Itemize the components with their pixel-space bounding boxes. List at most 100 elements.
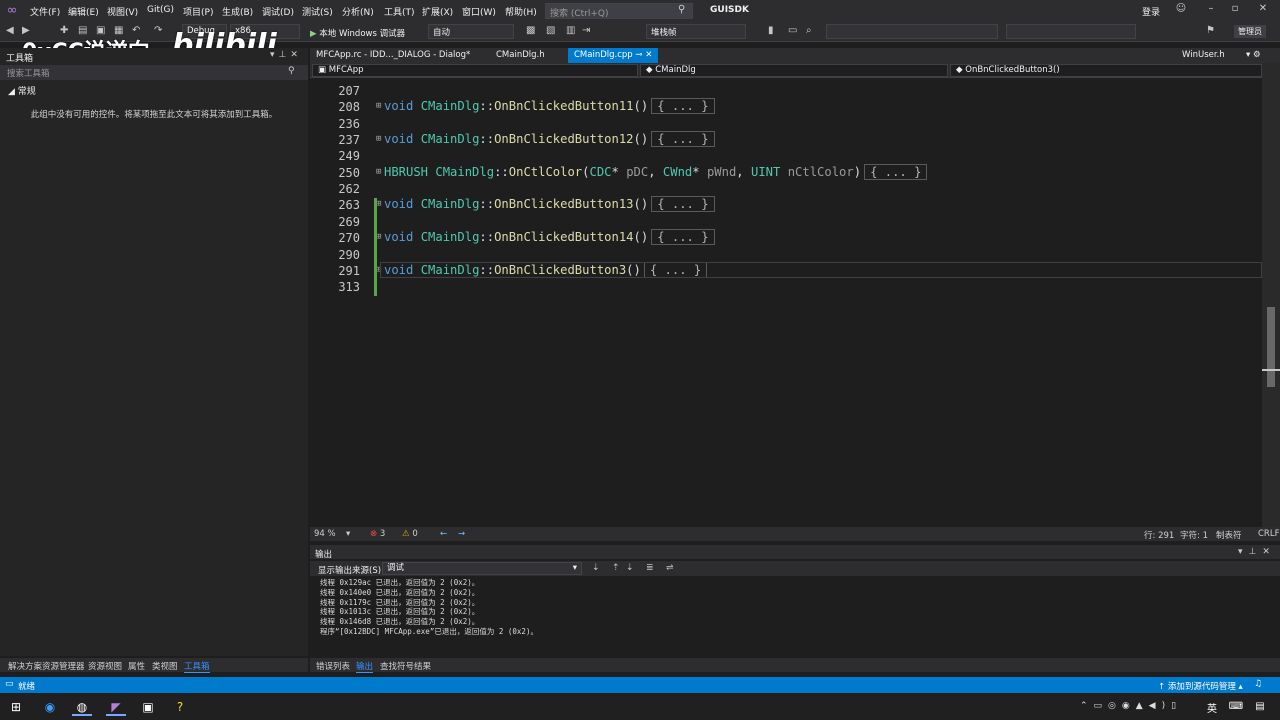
- collapsed-block[interactable]: { ... }: [651, 131, 715, 148]
- keyboard-icon[interactable]: ⌨: [1226, 698, 1246, 716]
- tab-cmaindlg-h[interactable]: CMainDlg.h: [490, 48, 551, 63]
- menu-analyze[interactable]: 分析(N): [342, 5, 374, 18]
- output-prev-icon[interactable]: ⇡: [612, 563, 620, 573]
- notification-bell-icon[interactable]: ♫: [1254, 679, 1262, 689]
- code-line[interactable]: 249: [310, 148, 1262, 164]
- add-to-source-control-button[interactable]: ↑ 添加到源代码管理 ▴: [1158, 680, 1243, 692]
- tab-close-icon[interactable]: ✕: [645, 50, 652, 60]
- toolbox-search-icon[interactable]: ⚲: [288, 66, 295, 76]
- find-combo[interactable]: [826, 24, 998, 39]
- tab-cmaindlg-cpp[interactable]: CMainDlg.cpp ⊸ ✕: [568, 48, 659, 63]
- visual-studio-task-icon[interactable]: ◤: [106, 698, 126, 716]
- collapsed-block[interactable]: { ... }: [651, 98, 715, 115]
- toolbar-icon-d[interactable]: ⇥: [582, 25, 590, 36]
- output-source-select[interactable]: 调试 ▾: [382, 562, 582, 575]
- menu-extensions[interactable]: 扩展(X): [422, 5, 453, 18]
- close-icon[interactable]: ✕: [1252, 3, 1274, 14]
- tab-mfcapp-rc[interactable]: MFCApp.rc - IDD..._DIALOG - Dialog*: [310, 48, 476, 63]
- ime-indicator[interactable]: 英: [1207, 700, 1217, 715]
- tab-solution-explorer[interactable]: 解决方案资源管理器: [8, 660, 85, 672]
- code-line[interactable]: 263 ⊞ void CMainDlg::OnBnClickedButton13()…: [310, 196, 1262, 213]
- edge-icon[interactable]: ◉: [40, 698, 60, 716]
- tab-class-view[interactable]: 类视图: [152, 660, 178, 672]
- tab-list-dropdown-icon[interactable]: ▾ ⚙: [1240, 48, 1267, 63]
- menu-build[interactable]: 生成(B): [222, 5, 253, 18]
- tab-resource-view[interactable]: 资源视图: [88, 660, 122, 672]
- toolbar-icon-b[interactable]: ▧: [546, 25, 555, 36]
- stack-frame-select[interactable]: 堆栈帧: [646, 24, 746, 39]
- tab-properties[interactable]: 属性: [128, 660, 145, 672]
- scrollbar-thumb[interactable]: [1267, 307, 1275, 387]
- code-line[interactable]: 290: [310, 247, 1262, 263]
- collapsed-block[interactable]: { ... }: [864, 163, 928, 180]
- find-icon[interactable]: ⌕: [806, 25, 812, 36]
- code-line[interactable]: 269: [310, 214, 1262, 230]
- menu-help[interactable]: 帮助(H): [505, 5, 537, 18]
- project-select[interactable]: ▣ MFCApp: [312, 64, 638, 77]
- expand-outline-icon[interactable]: ⊞: [376, 134, 381, 144]
- code-line[interactable]: 270 ⊞ void CMainDlg::OnBnClickedButton14()…: [310, 229, 1262, 246]
- code-line[interactable]: 237 ⊞ void CMainDlg::OnBnClickedButton12()…: [310, 131, 1262, 148]
- tab-output[interactable]: 输出: [356, 660, 374, 673]
- toolbox-group-general[interactable]: ◢ 常规: [8, 84, 36, 97]
- tab-error-list[interactable]: 错误列表: [316, 660, 350, 672]
- action-center-icon[interactable]: ▤: [1250, 698, 1270, 716]
- clear-all-icon[interactable]: ≣: [646, 563, 654, 573]
- redo-icon[interactable]: ↷: [154, 25, 162, 36]
- code-line[interactable]: 236: [310, 116, 1262, 132]
- collapsed-block[interactable]: { ... }: [651, 229, 715, 246]
- code-line[interactable]: 313: [310, 279, 1262, 295]
- toolbar-icon-c[interactable]: ▥: [566, 25, 575, 36]
- menu-debug[interactable]: 调试(D): [262, 5, 294, 18]
- toolbar-icon-a[interactable]: ▩: [526, 25, 535, 36]
- member-select[interactable]: ◆ OnBnClickedButton3(): [950, 64, 1262, 77]
- live-share-icon[interactable]: ⚑: [1206, 25, 1215, 36]
- maximize-icon[interactable]: ▫: [1224, 3, 1246, 14]
- indent-mode[interactable]: 制表符: [1216, 529, 1242, 541]
- back-icon[interactable]: ◀: [6, 25, 14, 36]
- code-line[interactable]: 262: [310, 181, 1262, 197]
- zoom-dropdown-icon[interactable]: ▾: [346, 529, 350, 539]
- tab-find-symbol-results[interactable]: 查找符号结果: [380, 660, 431, 672]
- menu-project[interactable]: 项目(P): [183, 5, 213, 18]
- tab-toolbox[interactable]: 工具箱: [184, 660, 210, 673]
- minimize-icon[interactable]: –: [1200, 3, 1222, 14]
- login-link[interactable]: 登录: [1142, 5, 1160, 18]
- chat-app-icon[interactable]: ▣: [138, 698, 158, 716]
- zoom-level[interactable]: 94 %: [314, 529, 336, 539]
- menu-test[interactable]: 测试(S): [302, 5, 333, 18]
- output-window-buttons[interactable]: ▾⊥✕: [1238, 547, 1276, 557]
- menu-tools[interactable]: 工具(T): [384, 5, 415, 18]
- search-input[interactable]: 搜索 (Ctrl+Q): [545, 3, 693, 19]
- help-app-icon[interactable]: ?: [170, 698, 190, 716]
- tab-winuser-h[interactable]: WinUser.h: [1176, 48, 1231, 63]
- menu-edit[interactable]: 编辑(E): [68, 5, 99, 18]
- system-tray[interactable]: ⌃▭◎◉▲◀)▯: [1080, 701, 1182, 711]
- expand-outline-icon[interactable]: ⊞: [376, 101, 381, 111]
- bookmark-icon[interactable]: ▮: [768, 25, 774, 36]
- code-line[interactable]: 250 ⊞ HBRUSH CMainDlg::OnCtlColor(CDC* pDC…: [310, 163, 1262, 181]
- nav-forward-icon[interactable]: →: [458, 529, 465, 539]
- code-line[interactable]: 207: [310, 83, 1262, 99]
- output-next-icon[interactable]: ⇣: [626, 563, 634, 573]
- warning-count[interactable]: ⚠ 0: [402, 529, 418, 539]
- editor-vertical-scrollbar[interactable]: [1262, 63, 1280, 527]
- code-editor[interactable]: 207 208 ⊞ void CMainDlg::OnBnClickedButton1…: [310, 79, 1262, 527]
- line-ending[interactable]: CRLF: [1258, 529, 1279, 539]
- output-find-icon[interactable]: ⇣: [592, 563, 600, 573]
- menu-view[interactable]: 视图(V): [107, 5, 138, 18]
- menu-file[interactable]: 文件(F): [30, 5, 60, 18]
- word-wrap-icon[interactable]: ⇌: [666, 563, 674, 573]
- expand-outline-icon[interactable]: ⊞: [376, 167, 381, 177]
- obs-icon[interactable]: ◍: [72, 698, 92, 716]
- toolbox-search-input[interactable]: 搜索工具箱: [0, 65, 308, 80]
- search-icon[interactable]: ⚲: [678, 4, 685, 15]
- class-select[interactable]: ◆ CMainDlg: [640, 64, 948, 77]
- pin-icon[interactable]: ⊸: [635, 50, 642, 60]
- collapsed-block[interactable]: { ... }: [651, 196, 715, 213]
- error-count[interactable]: ⊗ 3: [370, 529, 385, 539]
- menu-window[interactable]: 窗口(W): [462, 5, 496, 18]
- account-icon[interactable]: ☺: [1170, 3, 1192, 14]
- comment-icon[interactable]: ▭: [788, 25, 797, 36]
- nav-back-icon[interactable]: ←: [440, 529, 447, 539]
